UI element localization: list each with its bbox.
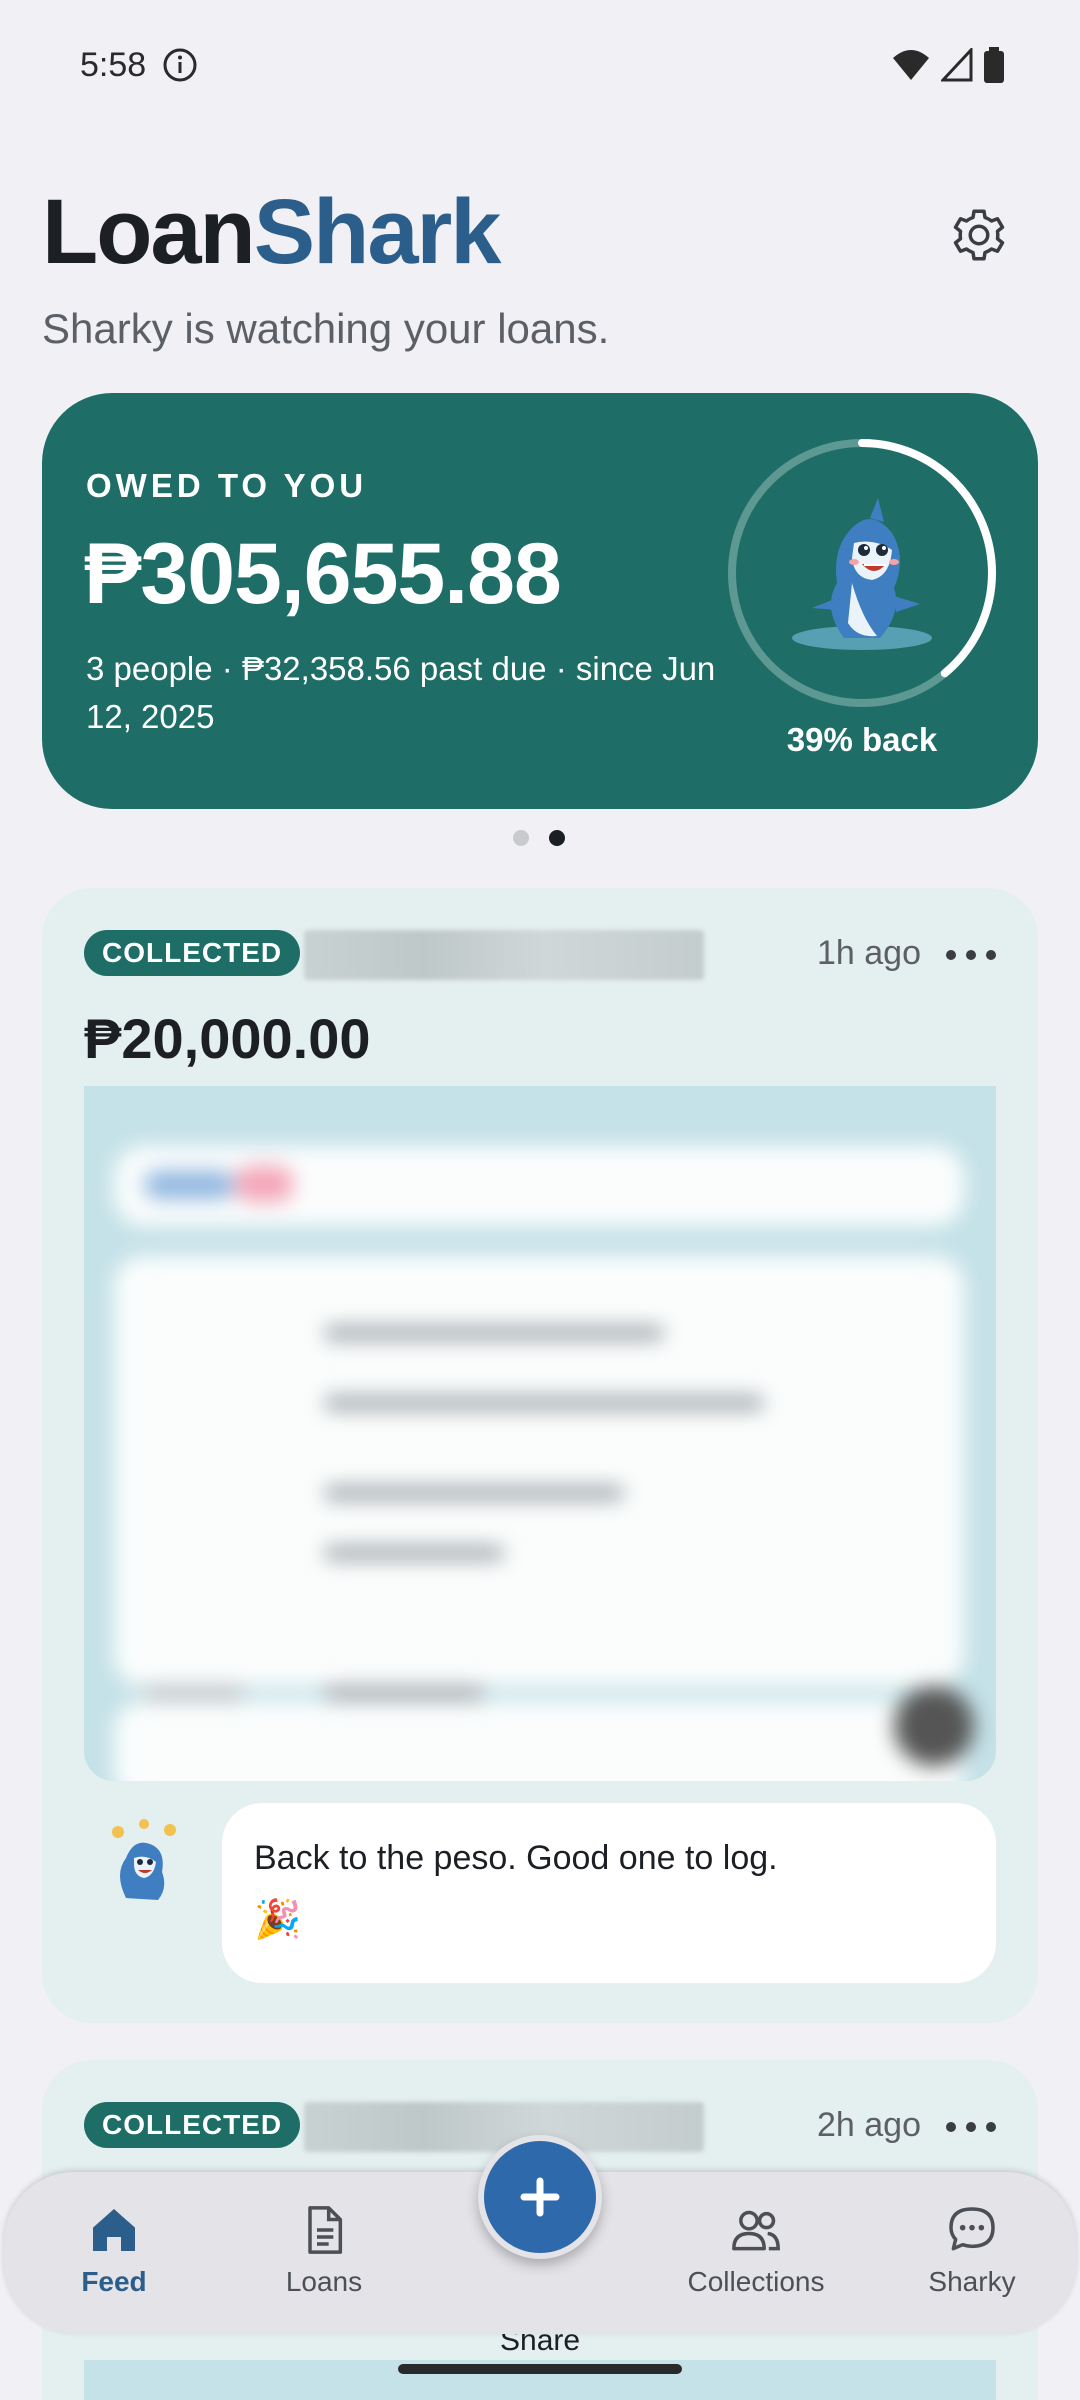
chat-icon <box>949 2207 995 2251</box>
summary-amount: ₱305,655.88 <box>84 526 562 622</box>
feed-card-header: COLLECTED 1h ago <box>84 930 996 980</box>
info-icon <box>163 48 197 82</box>
time-ago: 1h ago <box>817 934 921 972</box>
status-left: 5:58 <box>80 46 198 85</box>
battery-icon <box>984 47 1004 83</box>
status-right <box>891 47 1005 83</box>
progress-label: 39% back <box>786 721 938 758</box>
nav-item-sharky[interactable]: Sharky <box>882 2202 1062 2298</box>
borrower-name-redacted <box>304 930 704 980</box>
plus-icon <box>520 2177 560 2217</box>
app-title: Loan Shark <box>42 180 502 285</box>
app-title-loan: Loan <box>42 181 256 283</box>
sharky-message-bubble: Back to the peso. Good one to log. 🎉 <box>222 1803 996 1983</box>
repayment-progress-ring <box>722 433 1002 713</box>
dot-icon <box>986 950 996 960</box>
nav-item-loans[interactable]: Loans <box>234 2202 414 2298</box>
pager-dots <box>513 830 565 846</box>
nav-item-collections[interactable]: Collections <box>666 2202 846 2298</box>
gear-icon <box>953 209 1005 261</box>
dot-icon <box>966 950 976 960</box>
sharky-message-text: Back to the peso. Good one to log. <box>254 1839 778 1877</box>
nav-item-feed[interactable]: Feed <box>24 2202 204 2298</box>
dot-icon <box>986 2122 996 2132</box>
more-options-button[interactable] <box>946 2110 996 2144</box>
document-icon <box>308 2206 343 2254</box>
pager-dot-1[interactable] <box>513 830 529 846</box>
wifi-icon <box>893 50 929 80</box>
dot-icon <box>946 950 956 960</box>
status-time: 5:58 <box>80 45 147 84</box>
nav-label-feed: Feed <box>81 2266 147 2297</box>
status-badge: COLLECTED <box>84 2102 301 2148</box>
receipt-image[interactable] <box>84 1086 996 1781</box>
nav-label-sharky: Sharky <box>928 2266 1016 2297</box>
more-options-button[interactable] <box>946 938 996 972</box>
pager-dot-2[interactable] <box>549 830 565 846</box>
borrower-name-redacted <box>304 2102 704 2152</box>
dot-icon <box>966 2122 976 2132</box>
owed-summary-card[interactable]: OWED TO YOU ₱305,655.88 3 people · ₱32,3… <box>42 393 1038 809</box>
feed-card[interactable]: COLLECTED 1h ago ₱20,000.00 Back to the … <box>42 888 1038 2023</box>
party-popper-icon: 🎉 <box>254 1899 302 1941</box>
sharky-mascot-icon <box>792 498 932 650</box>
app-title-shark: Shark <box>253 181 502 283</box>
nav-label-loans: Loans <box>285 2266 363 2297</box>
status-badge: COLLECTED <box>84 930 301 976</box>
time-ago: 2h ago <box>817 2106 921 2144</box>
feed-amount: ₱20,000.00 <box>84 1007 371 1070</box>
summary-label: OWED TO YOU <box>86 467 368 504</box>
nav-label-collections: Collections <box>687 2266 825 2297</box>
tagline: Sharky is watching your loans. <box>42 305 610 352</box>
sharky-avatar-icon <box>112 1819 176 1900</box>
receipt-image-blurred <box>84 1086 996 1781</box>
add-loan-button[interactable] <box>478 2135 602 2259</box>
settings-button[interactable] <box>944 200 1014 270</box>
cell-signal-icon <box>941 48 973 82</box>
people-icon <box>732 2210 780 2251</box>
home-icon <box>93 2209 135 2251</box>
status-bar: 5:58 <box>0 0 1080 130</box>
summary-details: 3 people · ₱32,358.56 past due · since J… <box>86 650 716 735</box>
home-indicator[interactable] <box>398 2364 682 2374</box>
dot-icon <box>946 2122 956 2132</box>
